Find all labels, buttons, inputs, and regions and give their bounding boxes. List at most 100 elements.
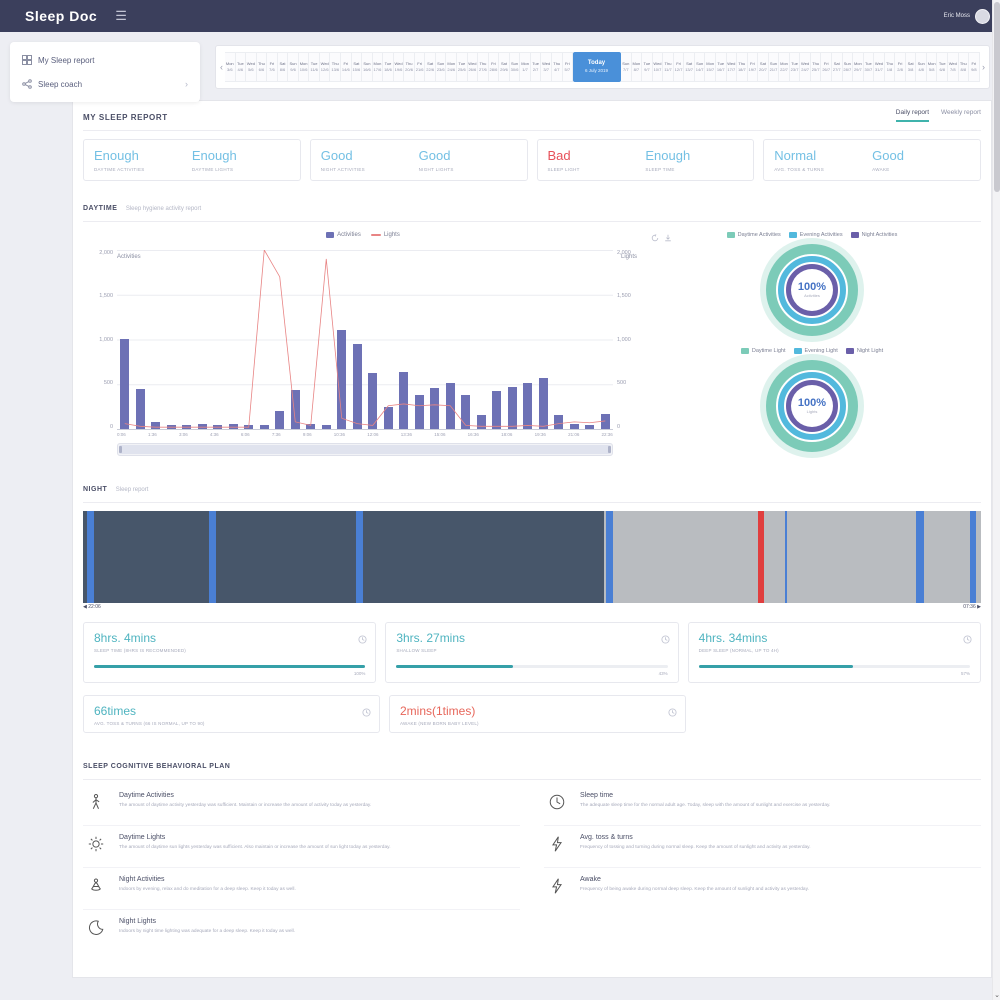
- date-cell[interactable]: Tue9/7: [642, 52, 653, 82]
- date-cell[interactable]: Sat22/6: [425, 52, 436, 82]
- date-cell[interactable]: Wed12/6: [320, 52, 331, 82]
- date-cell[interactable]: Sun23/6: [436, 52, 447, 82]
- avatar[interactable]: [975, 9, 990, 24]
- range-handle-left[interactable]: [119, 446, 122, 453]
- date-cell[interactable]: Wed24/7: [800, 52, 811, 82]
- chart-range-slider[interactable]: [117, 443, 613, 456]
- date-cell[interactable]: Sat8/6: [278, 52, 289, 82]
- date-cell[interactable]: Tue6/8: [937, 52, 948, 82]
- date-cell[interactable]: Thu27/6: [478, 52, 489, 82]
- date-cell[interactable]: Sun14/7: [695, 52, 706, 82]
- date-cell[interactable]: Tue25/6: [457, 52, 468, 82]
- refresh-icon[interactable]: [651, 234, 659, 242]
- date-cell[interactable]: Sat20/7: [758, 52, 769, 82]
- date-cell[interactable]: Wed31/7: [874, 52, 885, 82]
- date-cell[interactable]: Thu1/8: [885, 52, 896, 82]
- save-image-icon[interactable]: [664, 234, 672, 242]
- date-cell[interactable]: Sun16/6: [362, 52, 373, 82]
- date-cell[interactable]: Wed17/7: [727, 52, 738, 82]
- date-cell[interactable]: Tue18/6: [383, 52, 394, 82]
- sidebar-item-sleep-coach[interactable]: Sleep coach ›: [10, 72, 200, 96]
- date-cell[interactable]: Fri5/7: [563, 52, 574, 82]
- date-cell[interactable]: Mon29/7: [853, 52, 864, 82]
- date-cell[interactable]: Thu13/6: [330, 52, 341, 82]
- history-clock-icon[interactable]: [358, 631, 367, 649]
- date-cell[interactable]: Fri2/8: [895, 52, 906, 82]
- date-cell[interactable]: Thu8/8: [959, 52, 970, 82]
- date-cell[interactable]: Fri9/8: [969, 52, 980, 82]
- legend-item-evening-light[interactable]: Evening Light: [794, 348, 838, 354]
- date-cell[interactable]: Tue4/6: [236, 52, 247, 82]
- date-cell[interactable]: Sun28/7: [843, 52, 854, 82]
- date-cell[interactable]: Thu6/6: [257, 52, 268, 82]
- date-cell[interactable]: Sat27/7: [832, 52, 843, 82]
- date-cell[interactable]: Tue16/7: [716, 52, 727, 82]
- date-cell[interactable]: Sun30/6: [510, 52, 521, 82]
- scroll-left-icon[interactable]: ‹: [218, 62, 225, 72]
- legend-item-lights[interactable]: Lights: [371, 232, 400, 238]
- app-logo[interactable]: Sleep Doc: [25, 8, 97, 24]
- sleep-timeline[interactable]: [83, 511, 981, 603]
- page-scrollbar[interactable]: ⌄: [992, 0, 1000, 1000]
- date-cell[interactable]: Mon15/7: [705, 52, 716, 82]
- date-cell[interactable]: Sat15/6: [352, 52, 363, 82]
- date-cell[interactable]: Tue2/7: [531, 52, 542, 82]
- hamburger-icon[interactable]: ☰: [115, 8, 127, 24]
- range-handle-right[interactable]: [608, 446, 611, 453]
- history-clock-icon[interactable]: [661, 631, 670, 649]
- date-cell[interactable]: Fri14/6: [341, 52, 352, 82]
- date-cell[interactable]: Mon1/7: [520, 52, 531, 82]
- date-cell[interactable]: Thu4/7: [552, 52, 563, 82]
- date-cell[interactable]: Mon24/6: [446, 52, 457, 82]
- date-cell[interactable]: Sun7/7: [621, 52, 632, 82]
- date-cell[interactable]: Mon5/8: [927, 52, 938, 82]
- legend-item-night-light[interactable]: Night Light: [846, 348, 883, 354]
- range-slider-window[interactable]: [119, 445, 611, 454]
- date-cell[interactable]: Wed7/8: [948, 52, 959, 82]
- date-cell[interactable]: Tue23/7: [790, 52, 801, 82]
- date-cell[interactable]: Fri26/7: [821, 52, 832, 82]
- legend-item-evening-activities[interactable]: Evening Activities: [789, 232, 843, 238]
- date-cell[interactable]: Thu20/6: [404, 52, 415, 82]
- date-cell[interactable]: Mon8/7: [632, 52, 643, 82]
- date-cell[interactable]: Thu11/7: [663, 52, 674, 82]
- date-cell[interactable]: Fri28/6: [489, 52, 500, 82]
- date-cell[interactable]: Sat13/7: [684, 52, 695, 82]
- scrollbar-down-icon[interactable]: ⌄: [993, 991, 1000, 999]
- date-cell[interactable]: Fri7/6: [267, 52, 278, 82]
- date-cell[interactable]: Mon3/6: [225, 52, 236, 82]
- history-clock-icon[interactable]: [668, 704, 677, 722]
- date-cell-today[interactable]: Today6 July 2019: [573, 52, 621, 82]
- sidebar-item-my-sleep-report[interactable]: My Sleep report: [10, 48, 200, 72]
- date-cell[interactable]: Fri19/7: [748, 52, 759, 82]
- date-cell[interactable]: Sun9/6: [288, 52, 299, 82]
- history-clock-icon[interactable]: [362, 704, 371, 722]
- date-cell[interactable]: Wed3/7: [541, 52, 552, 82]
- tab-daily-report[interactable]: Daily report: [896, 109, 929, 122]
- legend-item-daytime-activities[interactable]: Daytime Activities: [727, 232, 781, 238]
- tab-weekly-report[interactable]: Weekly report: [941, 109, 981, 122]
- date-cell[interactable]: Sat29/6: [499, 52, 510, 82]
- date-cell[interactable]: Wed26/6: [468, 52, 479, 82]
- date-cell[interactable]: Mon10/6: [299, 52, 310, 82]
- date-cell[interactable]: Thu25/7: [811, 52, 822, 82]
- history-clock-icon[interactable]: [963, 631, 972, 649]
- date-cell[interactable]: Wed5/6: [246, 52, 257, 82]
- date-cell[interactable]: Wed19/6: [394, 52, 405, 82]
- date-cell[interactable]: Sun4/8: [916, 52, 927, 82]
- legend-item-daytime-light[interactable]: Daytime Light: [741, 348, 786, 354]
- date-cell[interactable]: Fri21/6: [415, 52, 426, 82]
- date-cell[interactable]: Mon22/7: [779, 52, 790, 82]
- date-cell[interactable]: Sat3/8: [906, 52, 917, 82]
- scroll-right-icon[interactable]: ›: [980, 62, 987, 72]
- date-cell[interactable]: Wed10/7: [653, 52, 664, 82]
- date-cell[interactable]: Tue30/7: [864, 52, 875, 82]
- legend-item-activities[interactable]: Activities: [326, 232, 361, 238]
- date-cell[interactable]: Thu18/7: [737, 52, 748, 82]
- date-cell[interactable]: Sun21/7: [769, 52, 780, 82]
- date-cell[interactable]: Tue11/6: [309, 52, 320, 82]
- scrollbar-thumb[interactable]: [994, 2, 1000, 192]
- date-cell[interactable]: Fri12/7: [674, 52, 685, 82]
- date-cell[interactable]: Mon17/6: [373, 52, 384, 82]
- legend-item-night-activities[interactable]: Night Activities: [851, 232, 898, 238]
